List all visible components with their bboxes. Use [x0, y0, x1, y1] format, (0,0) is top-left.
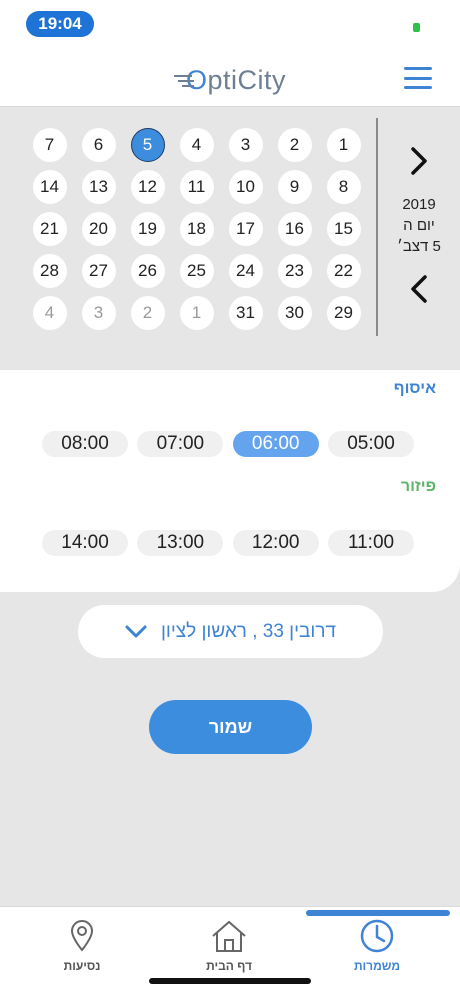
nav-tab-home[interactable]: דף הבית: [174, 917, 284, 977]
calendar-day[interactable]: 4: [179, 128, 214, 162]
distribution-time-chip[interactable]: 11:00: [328, 530, 414, 556]
calendar-day[interactable]: 29: [326, 296, 361, 330]
pickup-time-chip[interactable]: 05:00: [328, 431, 414, 457]
active-tab-indicator: [306, 910, 450, 916]
speed-lines-icon: [174, 75, 194, 87]
nav-label-trips: נסיעות: [63, 959, 101, 973]
opticity-logo: OptiCity: [170, 60, 310, 100]
calendar-day[interactable]: 28: [32, 254, 67, 288]
address-dropdown[interactable]: דרובין 33 , ראשון לציון: [78, 605, 383, 658]
calendar-day[interactable]: 30: [277, 296, 312, 330]
calendar-day[interactable]: 8: [326, 170, 361, 204]
chevron-down-icon: [125, 625, 147, 639]
calendar-days-grid: 1 2 3 4 5 6 7 8 9 10 11 12 13 14 15 16 17 18 19 20 21 22 23 24 2…: [28, 128, 368, 338]
calendar-day[interactable]: 1: [179, 296, 214, 330]
nav-label-shifts: משמרות: [353, 959, 401, 973]
calendar-divider: [376, 118, 378, 336]
calendar-day[interactable]: 6: [81, 128, 116, 162]
calendar-day[interactable]: 13: [81, 170, 116, 204]
calendar-day[interactable]: 22: [326, 254, 361, 288]
calendar-day[interactable]: 14: [32, 170, 67, 204]
distribution-time-chip[interactable]: 12:00: [232, 530, 319, 556]
battery-indicator-icon: [413, 23, 420, 32]
calendar-day[interactable]: 2: [130, 296, 165, 330]
calendar-day[interactable]: 27: [81, 254, 116, 288]
address-value: דרובין 33 , ראשון לציון: [160, 620, 337, 642]
calendar-day[interactable]: 2: [277, 128, 312, 162]
home-icon: [210, 917, 248, 955]
distribution-time-chip[interactable]: 13:00: [137, 530, 224, 556]
pickup-time-chip[interactable]: 06:00: [232, 431, 319, 457]
pickup-section-title: איסוף: [393, 380, 436, 397]
calendar-day[interactable]: 20: [81, 212, 116, 246]
calendar-day[interactable]: 15: [326, 212, 361, 246]
pickup-times-row: 05:00 06:00 07:00 08:00: [42, 431, 414, 457]
save-button[interactable]: שמור: [149, 700, 312, 754]
nav-tab-shifts[interactable]: משמרות: [322, 917, 432, 977]
home-indicator: [149, 978, 311, 984]
distribution-section-title: פיזור: [400, 478, 436, 495]
distribution-times-row: 11:00 12:00 13:00 14:00: [42, 530, 414, 556]
selected-date-weekday: יום ה: [403, 217, 435, 234]
calendar-day[interactable]: 9: [277, 170, 312, 204]
calendar-day[interactable]: 23: [277, 254, 312, 288]
selected-date-day-month: 5 דצב׳: [397, 238, 441, 255]
shift-times-card: איסוף 05:00 06:00 07:00 08:00 פיזור 11:00 12…: [0, 370, 460, 592]
calendar-day[interactable]: 3: [81, 296, 116, 330]
pickup-time-chip[interactable]: 07:00: [137, 431, 224, 457]
calendar-panel: 1 2 3 4 5 6 7 8 9 10 11 12 13 14 15 16 17 18 19 20 21 22 23 24 2…: [0, 108, 460, 370]
calendar-day[interactable]: 21: [32, 212, 67, 246]
calendar-day[interactable]: 7: [32, 128, 67, 162]
calendar-day[interactable]: 17: [228, 212, 263, 246]
logo-text: OptiCity: [186, 64, 287, 95]
chevron-left-icon[interactable]: [408, 274, 430, 304]
status-bar: 19:04: [0, 0, 460, 50]
calendar-day[interactable]: 3: [228, 128, 263, 162]
calendar-day[interactable]: 16: [277, 212, 312, 246]
calendar-day[interactable]: 4: [32, 296, 67, 330]
calendar-day[interactable]: 12: [130, 170, 165, 204]
nav-label-home: דף הבית: [206, 959, 252, 973]
calendar-navigation: 2019 יום ה 5 דצב׳: [384, 146, 454, 316]
nav-tab-trips[interactable]: נסיעות: [27, 917, 137, 977]
calendar-day[interactable]: 26: [130, 254, 165, 288]
calendar-day[interactable]: 24: [228, 254, 263, 288]
calendar-day[interactable]: 11: [179, 170, 214, 204]
hamburger-menu-icon[interactable]: [404, 67, 432, 89]
calendar-day[interactable]: 19: [130, 212, 165, 246]
calendar-day[interactable]: 1: [326, 128, 361, 162]
calendar-day[interactable]: 18: [179, 212, 214, 246]
app-header: OptiCity: [0, 50, 460, 107]
calendar-day[interactable]: 25: [179, 254, 214, 288]
selected-date-label: 2019 יום ה 5 דצב׳: [384, 194, 454, 257]
distribution-time-chip[interactable]: 14:00: [42, 530, 129, 556]
chevron-right-icon[interactable]: [408, 146, 430, 176]
status-time: 19:04: [26, 11, 94, 37]
selected-date-year: 2019: [402, 196, 436, 213]
pickup-time-chip[interactable]: 08:00: [42, 431, 129, 457]
location-pin-icon: [63, 917, 101, 955]
calendar-day[interactable]: 31: [228, 296, 263, 330]
clock-icon: [358, 917, 396, 955]
calendar-day-selected[interactable]: 5: [130, 128, 165, 162]
calendar-day[interactable]: 10: [228, 170, 263, 204]
